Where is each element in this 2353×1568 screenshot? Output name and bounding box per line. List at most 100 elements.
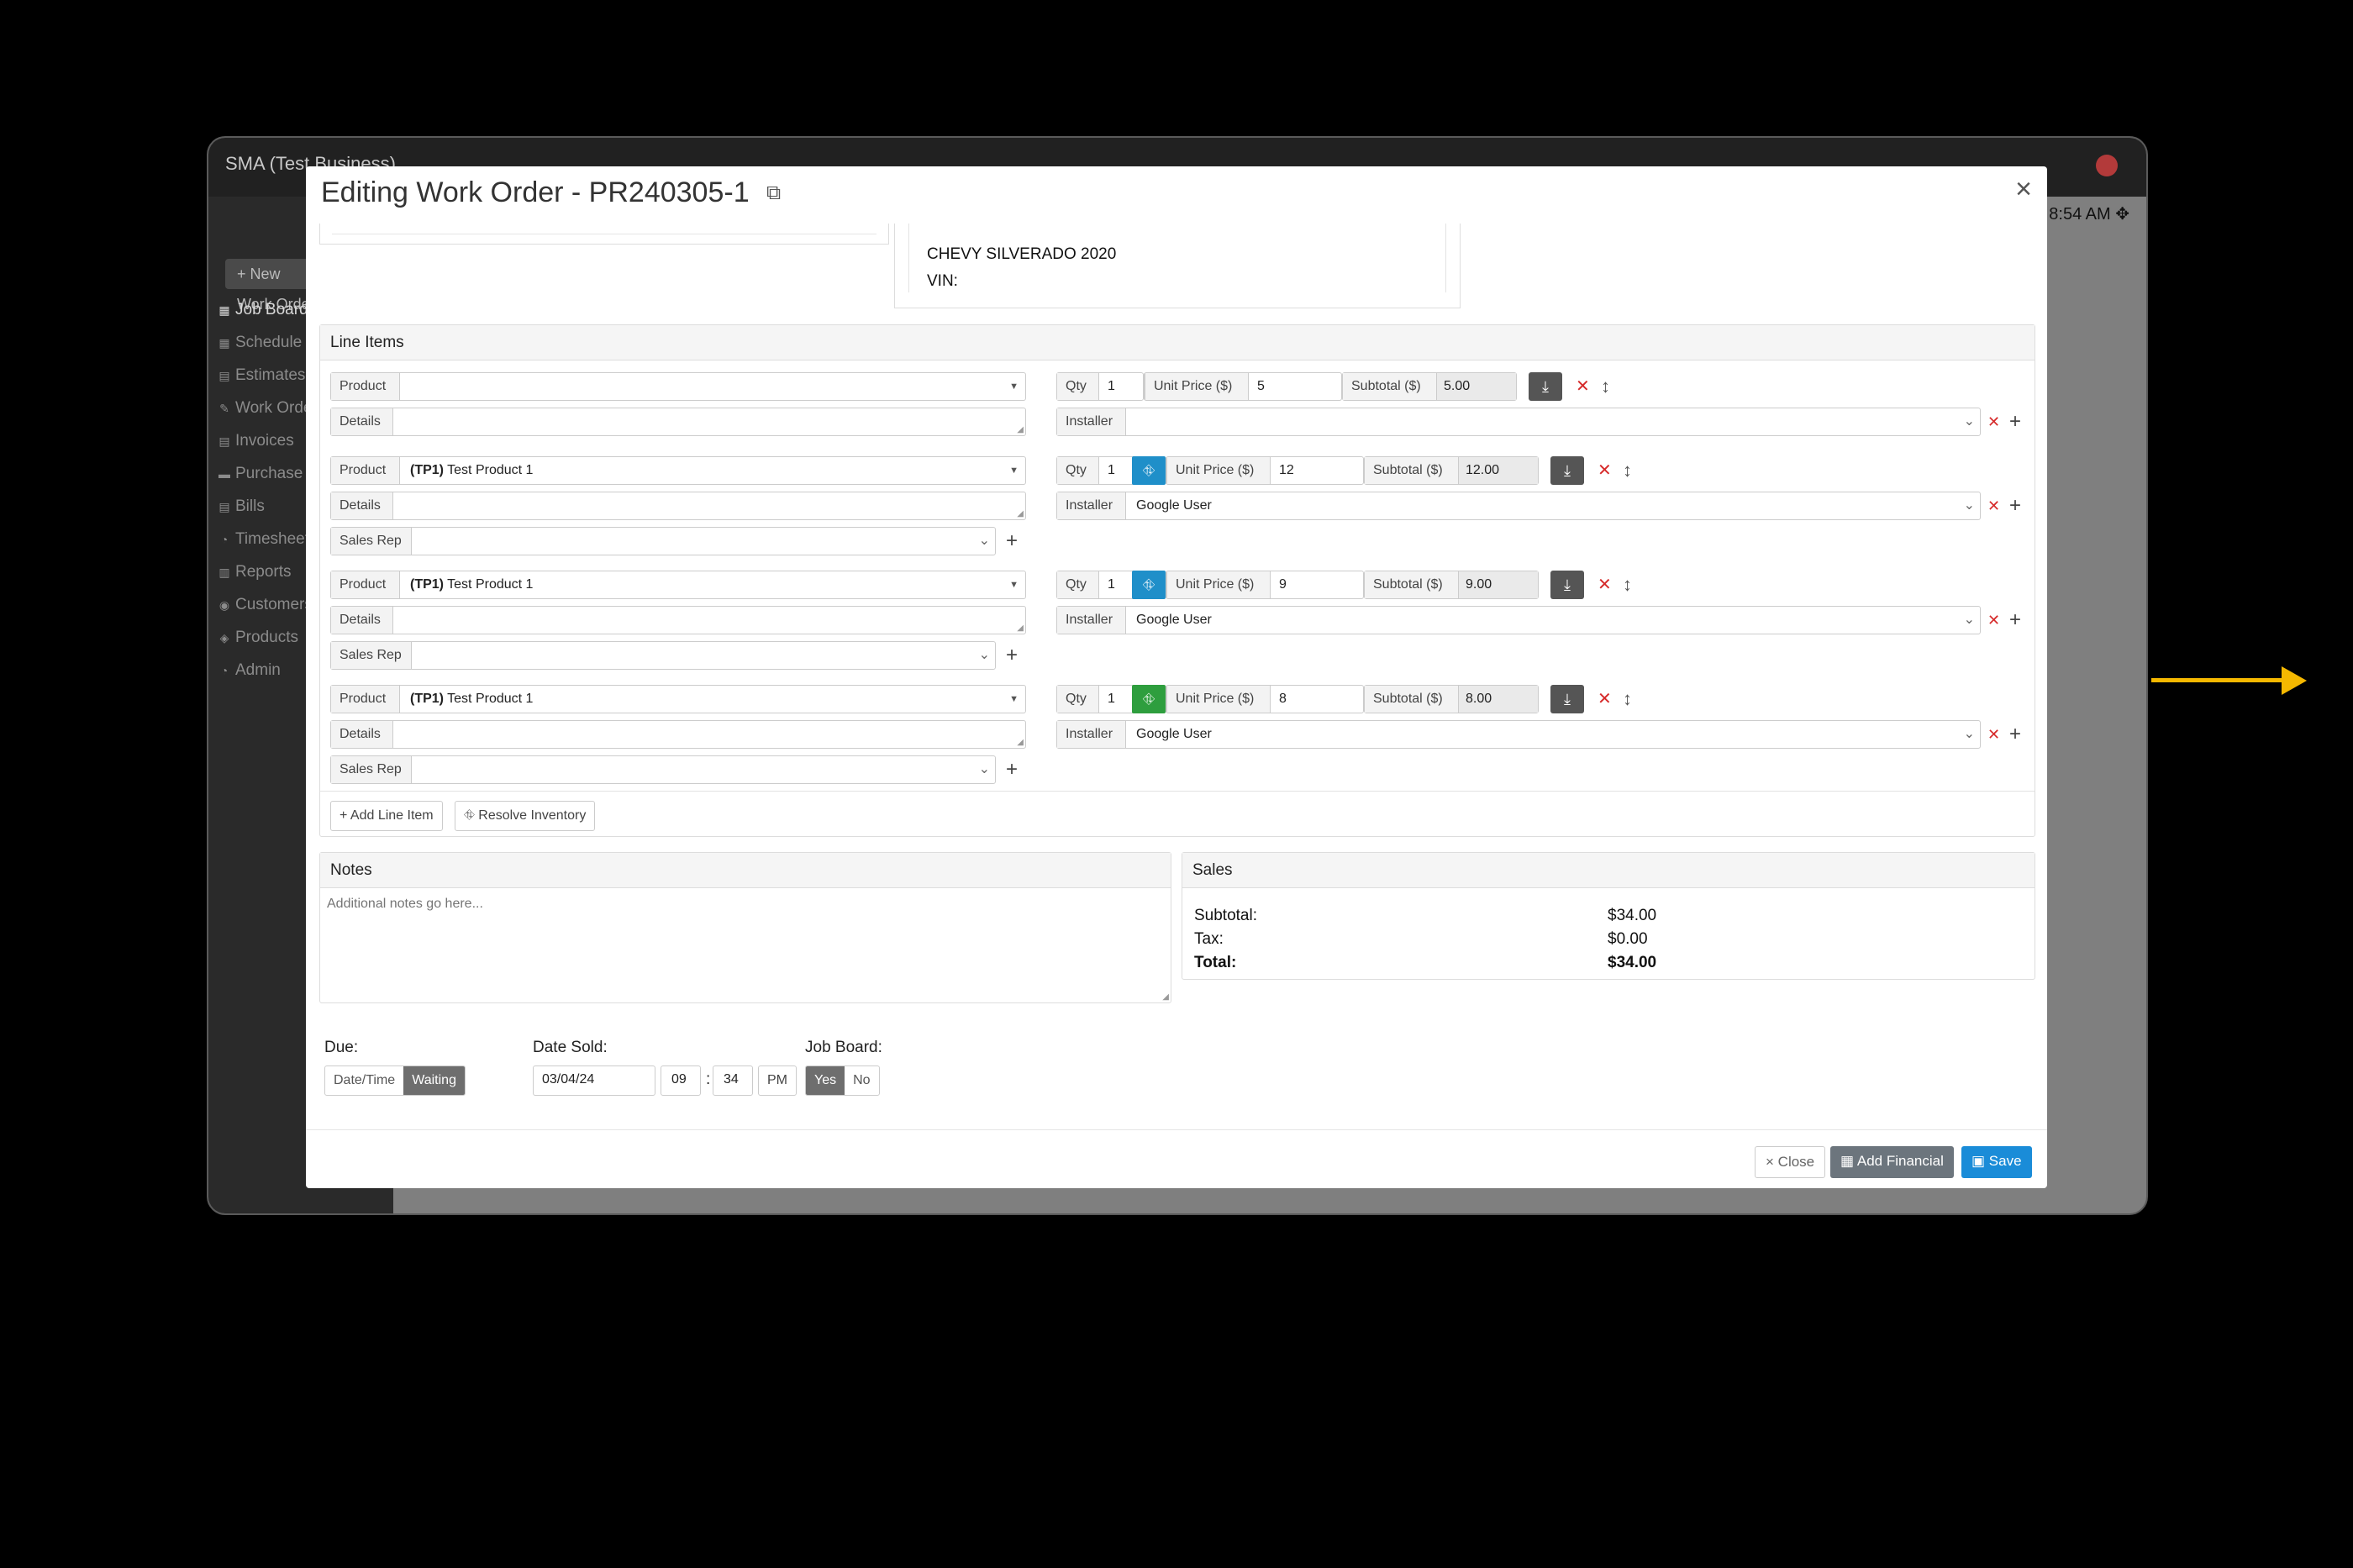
hour-input[interactable]: 09: [661, 1066, 701, 1096]
arrow-head-icon: [2282, 666, 2307, 695]
sidebar-item-label: Job Board: [235, 301, 308, 318]
ampm-button[interactable]: PM: [758, 1066, 797, 1096]
install-hand-icon[interactable]: ⤓: [1550, 571, 1584, 599]
unit-price-label: Unit Price ($): [1166, 571, 1271, 598]
resolve-inventory-button[interactable]: ⛗ Resolve Inventory: [455, 801, 596, 831]
resize-handle-icon[interactable]: ◢: [1017, 624, 1024, 633]
details-input[interactable]: Details ◢: [330, 492, 1026, 520]
new-work-order-button[interactable]: + New Work Order: [225, 259, 318, 313]
clear-installer-icon[interactable]: ✕: [1987, 492, 2000, 520]
installer-select[interactable]: Installer ⌄: [1056, 408, 1981, 436]
unit-price-input[interactable]: Unit Price ($) 8: [1166, 685, 1364, 713]
building-icon: ▦: [1840, 1153, 1855, 1169]
drag-handle-icon[interactable]: ↕: [1623, 571, 1632, 599]
installer-select[interactable]: Installer Google User ⌄: [1056, 606, 1981, 634]
sidebar-item[interactable]: ▦ Job Board: [218, 301, 308, 319]
floppy-icon: ▣: [1971, 1153, 1986, 1169]
close-button[interactable]: × Close: [1755, 1146, 1826, 1178]
drag-handle-icon[interactable]: ↕: [1601, 372, 1610, 401]
sidebar-item[interactable]: ▦ Schedule: [218, 334, 302, 352]
remove-line-icon[interactable]: ✕: [1598, 685, 1612, 713]
date-sold-label: Date Sold:: [533, 1039, 608, 1056]
details-input[interactable]: Details ◢: [330, 720, 1026, 749]
resize-handle-icon[interactable]: ◢: [1017, 425, 1024, 434]
move-icon[interactable]: ✥: [2115, 205, 2129, 224]
add-installer-icon[interactable]: +: [2009, 720, 2021, 749]
resize-handle-icon[interactable]: ◢: [1162, 992, 1169, 1002]
qty-input[interactable]: Qty 1: [1056, 372, 1144, 401]
sidebar-item[interactable]: ▥ Reports: [218, 563, 291, 581]
product-select[interactable]: Product (TP1) Test Product 1 ▼: [330, 685, 1026, 713]
details-input[interactable]: Details ◢: [330, 408, 1026, 436]
add-sales-rep-icon[interactable]: +: [1006, 755, 1018, 784]
line-items-panel: Line Items Product ▼ Details ◢ Qty 1 Unit Pri…: [319, 324, 2035, 837]
product-code: (TP1): [410, 692, 444, 706]
installer-select[interactable]: Installer Google User ⌄: [1056, 492, 1981, 520]
add-installer-icon[interactable]: +: [2009, 492, 2021, 520]
installer-select[interactable]: Installer Google User ⌄: [1056, 720, 1981, 749]
install-hand-icon[interactable]: ⤓: [1550, 685, 1584, 713]
footer-divider: [306, 1129, 2047, 1130]
external-link-icon[interactable]: ⧉: [766, 182, 781, 205]
sales-rep-label: Sales Rep: [331, 642, 412, 669]
clear-installer-icon[interactable]: ✕: [1987, 606, 2000, 634]
qty-label: Qty: [1057, 571, 1099, 598]
notes-textarea[interactable]: [320, 888, 1169, 1001]
due-waiting-option[interactable]: Waiting: [403, 1066, 465, 1095]
clear-installer-icon[interactable]: ✕: [1987, 408, 2000, 436]
install-hand-icon[interactable]: ⤓: [1529, 372, 1562, 401]
add-sales-rep-icon[interactable]: +: [1006, 527, 1018, 555]
job-board-no-option[interactable]: No: [845, 1066, 878, 1095]
sales-rep-select[interactable]: Sales Rep ⌄: [330, 641, 996, 670]
drag-handle-icon[interactable]: ↕: [1623, 456, 1632, 485]
details-label: Details: [331, 492, 393, 519]
add-sales-rep-icon[interactable]: +: [1006, 641, 1018, 670]
sales-rep-select[interactable]: Sales Rep ⌄: [330, 755, 996, 784]
hour-value: 09: [671, 1072, 687, 1087]
add-line-item-button[interactable]: + Add Line Item: [330, 801, 443, 831]
date-sold-input[interactable]: 03/04/24: [533, 1066, 655, 1096]
sidebar-item[interactable]: ▤ Invoices: [218, 432, 293, 450]
close-icon[interactable]: ×: [2015, 173, 2032, 206]
minute-input[interactable]: 34: [713, 1066, 753, 1096]
resize-handle-icon[interactable]: ◢: [1017, 509, 1024, 518]
qty-value: 1: [1108, 577, 1115, 592]
unit-price-input[interactable]: Unit Price ($) 9: [1166, 571, 1364, 599]
qty-input[interactable]: Qty 1: [1056, 571, 1144, 599]
inventory-status-icon[interactable]: ⛗: [1132, 456, 1166, 485]
save-button[interactable]: ▣ Save: [1961, 1146, 2032, 1178]
sidebar-item[interactable]: ◔ Admin: [218, 661, 281, 680]
job-board-yes-option[interactable]: Yes: [806, 1066, 845, 1095]
sales-rep-select[interactable]: Sales Rep ⌄: [330, 527, 996, 555]
unit-price-input[interactable]: Unit Price ($) 5: [1144, 372, 1342, 401]
caret-down-icon: ▼: [1009, 381, 1019, 392]
sidebar-item[interactable]: ▤ Estimates: [218, 366, 305, 385]
sidebar-item[interactable]: ▤ Bills: [218, 497, 264, 516]
inventory-status-icon[interactable]: ⛗: [1132, 571, 1166, 599]
product-select[interactable]: Product (TP1) Test Product 1 ▼: [330, 571, 1026, 599]
resize-handle-icon[interactable]: ◢: [1017, 738, 1024, 747]
user-icon[interactable]: [2096, 155, 2118, 176]
sidebar-item[interactable]: ◉ Customers: [218, 596, 313, 614]
sidebar-item[interactable]: ◔ Timesheets: [218, 530, 318, 549]
remove-line-icon[interactable]: ✕: [1598, 456, 1612, 485]
remove-line-icon[interactable]: ✕: [1598, 571, 1612, 599]
sidebar-item-icon: ◔: [220, 533, 229, 546]
clear-installer-icon[interactable]: ✕: [1987, 720, 2000, 749]
details-input[interactable]: Details ◢: [330, 606, 1026, 634]
inventory-status-icon[interactable]: ⛗: [1132, 685, 1166, 713]
drag-handle-icon[interactable]: ↕: [1623, 685, 1632, 713]
due-datetime-option[interactable]: Date/Time: [325, 1066, 403, 1095]
qty-input[interactable]: Qty 1: [1056, 456, 1144, 485]
product-select[interactable]: Product ▼: [330, 372, 1026, 401]
qty-input[interactable]: Qty 1: [1056, 685, 1144, 713]
tax-label: Tax:: [1194, 930, 1224, 948]
add-installer-icon[interactable]: +: [2009, 606, 2021, 634]
add-financial-button[interactable]: ▦ Add Financial: [1830, 1146, 1954, 1178]
remove-line-icon[interactable]: ✕: [1576, 372, 1590, 401]
sidebar-item[interactable]: ◈ Products: [218, 629, 298, 647]
product-select[interactable]: Product (TP1) Test Product 1 ▼: [330, 456, 1026, 485]
install-hand-icon[interactable]: ⤓: [1550, 456, 1584, 485]
unit-price-input[interactable]: Unit Price ($) 12: [1166, 456, 1364, 485]
add-installer-icon[interactable]: +: [2009, 408, 2021, 436]
